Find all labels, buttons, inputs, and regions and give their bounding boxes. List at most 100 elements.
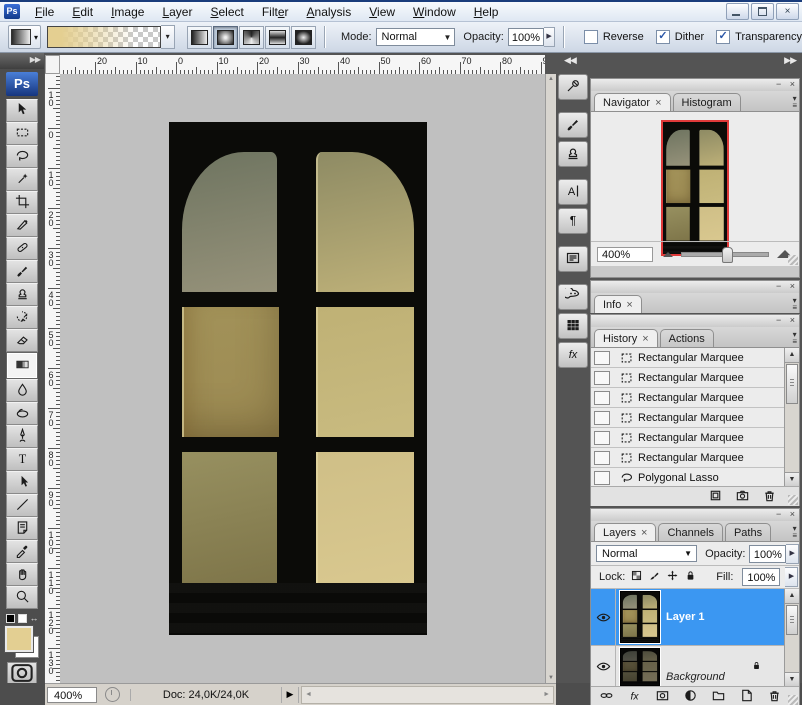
panel-close-icon[interactable]: × [790,315,795,325]
resize-grip[interactable] [788,495,798,505]
status-zoom-field[interactable]: 400% [47,687,97,703]
color-panel-button[interactable] [558,284,588,310]
styles-panel-button[interactable]: fx [558,342,588,368]
new-snapshot-button[interactable] [735,488,750,506]
history-state-row[interactable]: Rectangular Marquee [591,408,784,428]
tool-preset-picker[interactable]: ▾ [8,25,41,49]
brushes-panel-button[interactable] [558,112,588,138]
layer-name[interactable]: Layer 1 [666,611,705,623]
checkbox-reverse[interactable]: Reverse [584,30,644,44]
lasso-tool[interactable] [6,145,38,168]
scroll-down-icon[interactable]: ▼ [548,675,554,681]
history-brush-tool[interactable] [6,306,38,329]
tab-close-icon[interactable]: × [642,333,648,345]
toolbox-collapse[interactable]: ▶▶ [0,53,44,69]
navigator-proxy-view[interactable] [661,120,729,256]
hand-tool[interactable] [6,563,38,586]
menu-filter[interactable]: Filter [253,3,298,21]
line-tool[interactable] [6,494,38,517]
checkbox-box[interactable]: ✓ [716,30,730,44]
radial-gradient-button[interactable] [213,26,238,49]
fill-spinner[interactable]: ▶ [785,567,798,587]
linear-gradient-button[interactable] [187,26,212,49]
scroll-up-icon[interactable]: ▲ [548,76,554,82]
menu-edit[interactable]: Edit [63,3,102,21]
type-tool[interactable]: T [6,448,38,471]
history-state-row[interactable]: Rectangular Marquee [591,348,784,368]
scroll-down-icon[interactable]: ▼ [785,672,799,686]
panel-close-icon[interactable]: × [790,281,795,291]
checkbox-box[interactable] [584,30,598,44]
gradient-picker-arrow[interactable]: ▾ [161,25,175,49]
swap-colors-icon[interactable]: ↔ [30,613,39,623]
document-canvas[interactable] [60,74,545,683]
quick-mask-button[interactable] [7,662,37,684]
panel-menu-icon[interactable]: ▾≡ [792,525,797,539]
minimize-button[interactable] [726,3,749,20]
checkbox-dither[interactable]: ✓Dither [656,30,704,44]
menu-layer[interactable]: Layer [153,3,201,21]
set-source-box[interactable] [594,431,610,445]
menu-file[interactable]: File [26,3,63,21]
resize-grip[interactable] [788,695,798,705]
delete-layer-button[interactable] [767,688,782,705]
menu-image[interactable]: Image [102,3,153,21]
status-flyout-button[interactable]: ▶ [281,687,299,703]
dock-collapse-button[interactable]: ◀◀ [564,55,576,66]
fill-field[interactable]: 100% [742,568,780,586]
window-photo[interactable] [169,122,427,635]
menu-select[interactable]: Select [201,3,252,21]
visibility-toggle[interactable] [591,646,616,686]
navigator-zoom-field[interactable]: 400% [597,247,653,262]
default-colors-icon[interactable] [6,614,15,623]
foreground-color-swatch[interactable] [5,626,33,652]
visibility-toggle[interactable] [591,589,616,645]
eyedropper-tool[interactable] [6,540,38,563]
tab-close-icon[interactable]: × [641,527,647,539]
layers-opacity-field[interactable]: 100% [749,545,786,563]
tab-history[interactable]: History× [594,329,658,347]
dock-expand-button[interactable]: ▶▶ [784,55,796,66]
tab-navigator[interactable]: Navigator× [594,93,671,111]
set-source-box[interactable] [594,351,610,365]
navigator-zoom-slider[interactable] [681,252,769,257]
menu-analysis[interactable]: Analysis [298,3,361,21]
layers-opacity-spinner[interactable]: ▶ [786,544,799,564]
set-source-box[interactable] [594,391,610,405]
dodge-tool[interactable] [6,402,38,425]
tab-layers[interactable]: Layers× [594,523,656,541]
panel-minimize-icon[interactable]: − [776,509,781,519]
panel-minimize-icon[interactable]: − [776,79,781,89]
tool-presets-panel-button[interactable] [558,74,588,100]
history-state-row[interactable]: Rectangular Marquee [591,388,784,408]
blend-mode-dropdown[interactable]: Normal ▼ [596,545,697,562]
set-source-box[interactable] [594,471,610,485]
clone-stamp-tool[interactable] [6,283,38,306]
horizontal-ruler[interactable]: 20100102030405060708090 [60,55,545,75]
layer-style-button[interactable]: fx [627,688,642,705]
quick-selection-tool[interactable] [6,168,38,191]
notes-tool[interactable] [6,517,38,540]
layer-comps-panel-button[interactable] [558,246,588,272]
scroll-down-icon[interactable]: ▼ [785,472,799,486]
history-state-row[interactable]: Polygonal Lasso [591,468,784,486]
zoom-tool[interactable] [6,586,38,609]
menu-help[interactable]: Help [465,3,508,21]
swap-colors[interactable]: ↔ [0,612,44,624]
move-tool[interactable] [6,99,38,122]
panel-menu-icon[interactable]: ▾≡ [792,297,797,311]
menu-window[interactable]: Window [404,3,465,21]
lock-all-icon[interactable] [684,569,697,585]
swatches-panel-button[interactable] [558,313,588,339]
gradient-tool[interactable] [6,352,38,379]
delete-state-button[interactable] [762,488,777,506]
scroll-up-icon[interactable]: ▲ [785,348,799,363]
new-group-button[interactable] [711,688,726,705]
layer-thumbnail[interactable] [620,648,660,686]
tab-close-icon[interactable]: × [626,299,632,311]
canvas-horizontal-scrollbar[interactable]: ◄ ► [301,686,554,704]
history-scrollbar[interactable]: ▲ ▼ [784,348,799,486]
panel-menu-icon[interactable]: ▾≡ [792,331,797,345]
pen-tool[interactable] [6,425,38,448]
new-document-from-state-button[interactable] [708,488,723,506]
